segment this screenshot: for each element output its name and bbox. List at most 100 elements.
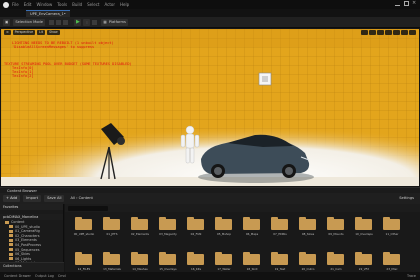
folder-icon[interactable]	[271, 252, 288, 265]
translate-icon[interactable]	[361, 30, 368, 35]
camera-speed-icon[interactable]	[401, 30, 408, 35]
content-browser-toolbar: + Add Import Save All All › Content Sett…	[0, 193, 420, 204]
tree-item-label: 05_Sequences	[15, 247, 40, 252]
menu-help[interactable]: Help	[120, 2, 129, 7]
folder-icon[interactable]	[383, 217, 400, 230]
output-log-button[interactable]: Output Log	[35, 274, 54, 278]
folder-label: 22_VFX	[358, 267, 370, 271]
folder-icon[interactable]	[299, 217, 316, 230]
folder-label: 10_Overlaps	[355, 232, 373, 236]
folder-icon[interactable]	[75, 217, 92, 230]
folder-icon[interactable]	[103, 252, 120, 265]
add-button[interactable]: + Add	[3, 195, 21, 202]
status-bar: Content Drawer Output Log Cmd Trace	[0, 272, 420, 280]
folder-label: 03_Megacity	[159, 232, 177, 236]
level-tab[interactable]: UPE_EnvCamera_1•	[26, 10, 70, 17]
folder-icon[interactable]	[215, 252, 232, 265]
folder-icon[interactable]	[131, 252, 148, 265]
folder-label: 20_Outro	[301, 267, 315, 271]
trace-button[interactable]: Trace	[407, 274, 416, 278]
viewport-options-button[interactable]: ≡	[4, 30, 11, 35]
close-icon[interactable]: ×	[412, 1, 417, 6]
tree-item-label: 01_CameraRig	[15, 229, 40, 234]
search-input[interactable]	[68, 205, 108, 211]
save-all-button[interactable]: Save All	[44, 195, 65, 202]
tree-item-label: 02_Characters	[15, 233, 40, 238]
platforms-label: Platforms	[108, 19, 126, 24]
asset-filter-row	[65, 204, 420, 212]
platforms-button[interactable]: ▦ Platforms	[101, 18, 128, 26]
breadcrumb[interactable]: All › Content	[67, 195, 95, 202]
folder-icon[interactable]	[159, 217, 176, 230]
menu-actor[interactable]: Actor	[104, 2, 115, 7]
tree-item-label: 06_Lights	[15, 256, 32, 261]
selection-mode-dropdown[interactable]: Selection Mode	[13, 18, 46, 26]
menu-edit[interactable]: Edit	[24, 2, 32, 7]
menu-tools[interactable]: Tools	[57, 2, 67, 7]
folder-icon[interactable]	[75, 252, 92, 265]
folder-label: 12_FILES	[77, 267, 91, 271]
folder-label: 23_Misc	[386, 267, 398, 271]
grid-snap-icon[interactable]	[385, 30, 392, 35]
folder-icon[interactable]	[299, 252, 316, 265]
favorites-header[interactable]: Favorites	[0, 204, 63, 210]
folder-icon[interactable]	[327, 252, 344, 265]
angle-snap-icon[interactable]	[393, 30, 400, 35]
menu-select[interactable]: Select	[87, 2, 99, 7]
folder-icon[interactable]	[103, 217, 120, 230]
stop-icon[interactable]	[92, 19, 98, 25]
menu-build[interactable]: Build	[72, 2, 82, 7]
folder-icon[interactable]	[243, 252, 260, 265]
save-icon[interactable]: ▣	[3, 18, 11, 26]
folder-icon	[9, 238, 13, 242]
unreal-logo-icon	[3, 1, 9, 8]
folder-label: 06_Maps	[245, 232, 259, 236]
warning-suppress: 'DisableAllScreenMessages' to suppress	[12, 45, 95, 49]
tree-item-label: Content	[11, 220, 25, 224]
folder-label: 00_UPE_studio	[73, 232, 95, 236]
scale-icon[interactable]	[377, 30, 384, 35]
cinematics-icon[interactable]	[63, 19, 69, 25]
play-options-icon[interactable]: ⋮	[83, 18, 91, 26]
collections-header[interactable]: Collections	[0, 262, 64, 272]
menu-file[interactable]: File	[12, 2, 19, 7]
folder-icon[interactable]	[131, 217, 148, 230]
blueprint-icon[interactable]	[56, 19, 62, 25]
maximize-viewport-icon[interactable]	[409, 30, 416, 35]
selection-mode-label: Selection Mode	[15, 19, 43, 24]
minimize-icon[interactable]	[395, 5, 400, 6]
platforms-icon: ▦	[103, 19, 107, 24]
folder-icon[interactable]	[327, 217, 344, 230]
quick-add-icon[interactable]	[49, 19, 55, 25]
folder-icon[interactable]	[355, 217, 372, 230]
rotate-icon[interactable]	[369, 30, 376, 35]
lit-button[interactable]: Lit	[37, 30, 46, 35]
show-button[interactable]: Show	[47, 30, 60, 35]
folder-label: 16_Kits	[190, 267, 202, 271]
folder-icon[interactable]	[243, 217, 260, 230]
settings-button[interactable]: Settings	[396, 195, 417, 202]
cmd-input[interactable]: Cmd	[58, 274, 66, 278]
window-controls: ×	[395, 1, 417, 7]
content-drawer-button[interactable]: Content Drawer	[4, 274, 31, 278]
folder-icon[interactable]	[215, 217, 232, 230]
folder-icon[interactable]	[271, 217, 288, 230]
folder-icon[interactable]	[355, 252, 372, 265]
folder-label: 08_Skies	[301, 232, 315, 236]
level-viewport[interactable]: ≡ Perspective Lit Show LIGHTING NEEDS TO…	[1, 29, 419, 186]
folder-icon[interactable]	[187, 217, 204, 230]
menu-window[interactable]: Window	[36, 2, 52, 7]
folder-icon[interactable]	[187, 252, 204, 265]
import-button[interactable]: Import	[23, 195, 42, 202]
perspective-button[interactable]: Perspective	[12, 30, 36, 35]
folder-label: 14_Meshes	[132, 267, 148, 271]
folder-icon	[9, 225, 13, 229]
folder-icon[interactable]	[159, 252, 176, 265]
play-button[interactable]: ▶	[74, 18, 82, 26]
folder-icon[interactable]	[383, 252, 400, 265]
tree-item-label: 04_PostProcess	[15, 242, 41, 247]
folder-icon	[9, 234, 13, 238]
folder-label: 19_Test	[274, 267, 286, 271]
level-tab-bar: UPE_EnvCamera_1•	[0, 9, 420, 17]
maximize-icon[interactable]	[403, 1, 409, 6]
